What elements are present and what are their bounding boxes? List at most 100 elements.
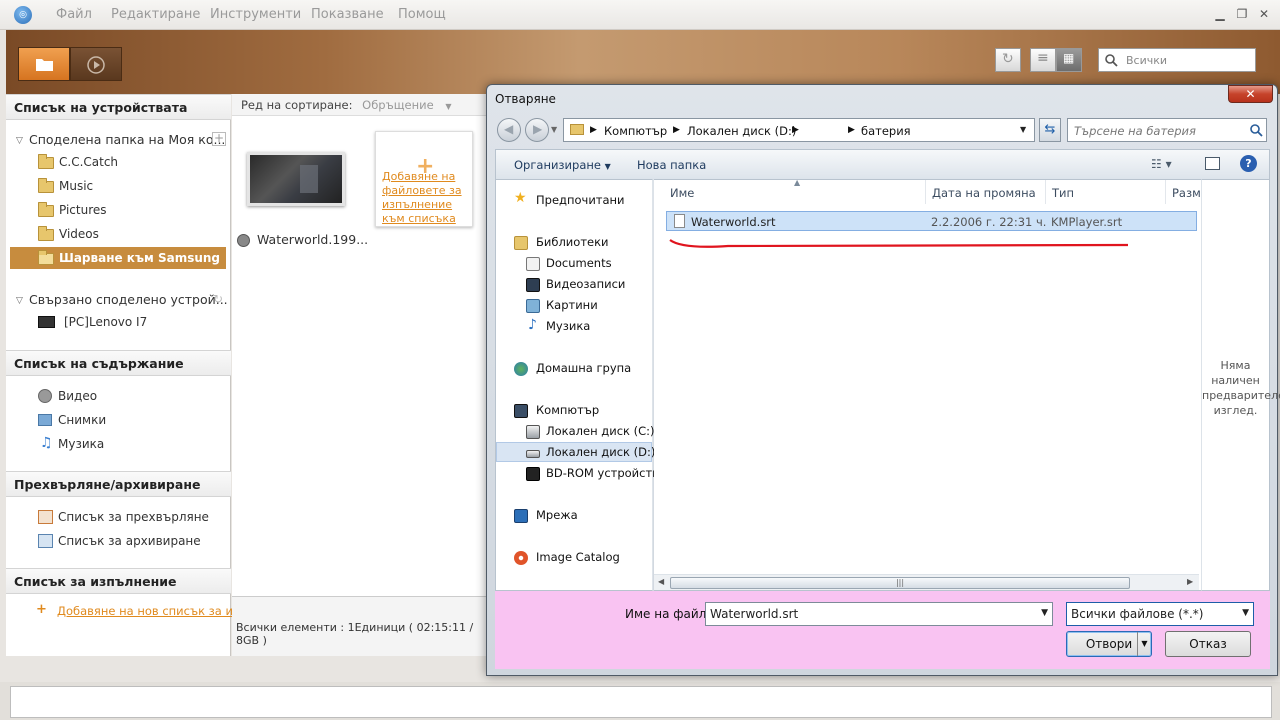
view-options-icon[interactable]: ☷ ▾ bbox=[1151, 157, 1172, 171]
nav-computer[interactable]: Компютър bbox=[536, 403, 599, 417]
menu-edit[interactable]: Редактиране bbox=[111, 7, 200, 22]
preview-pane-icon[interactable] bbox=[1205, 157, 1220, 170]
scroll-left-icon[interactable]: ◀ bbox=[658, 577, 664, 586]
open-file-dialog: Отваряне ✕ ◀ ▶ ▼ ▶ Компютър ▶ Локален ди… bbox=[486, 84, 1280, 676]
folder-item-samsung[interactable]: Шарване към Samsung bbox=[10, 247, 226, 269]
sort-dropdown[interactable]: Обръщение bbox=[362, 98, 434, 112]
file-name: Waterworld.srt bbox=[691, 215, 776, 229]
nav-bd-rom[interactable]: BD-ROM устройств bbox=[546, 466, 659, 480]
organize-button[interactable]: Организиране ▼ bbox=[514, 158, 611, 172]
breadcrumb-drive[interactable]: Локален диск (D:) bbox=[687, 124, 796, 138]
back-button[interactable]: ◀ bbox=[497, 118, 521, 142]
minimize-icon[interactable]: ▁ bbox=[1212, 6, 1228, 22]
breadcrumb-hidden-segment[interactable] bbox=[806, 125, 842, 137]
grid-view-button[interactable]: ▦ bbox=[1056, 48, 1082, 72]
nav-music[interactable]: Музика bbox=[546, 319, 590, 333]
play-button[interactable] bbox=[70, 47, 122, 81]
content-item-music[interactable]: ♫ Музика bbox=[10, 433, 226, 455]
nav-drive-d[interactable]: Локален диск (D:) bbox=[546, 445, 655, 459]
preview-pane: Няма наличен предварителен изглед. bbox=[1201, 179, 1280, 591]
nav-libraries[interactable]: Библиотеки bbox=[536, 235, 609, 249]
chevron-down-icon[interactable]: ▼ bbox=[445, 102, 451, 111]
nav-network[interactable]: Мрежа bbox=[536, 508, 578, 522]
file-type: KMPlayer.srt bbox=[1051, 215, 1123, 229]
devices-header: Списък на устройствата bbox=[6, 94, 231, 120]
convert-header: Прехвърляне/архивиране bbox=[6, 471, 231, 497]
scrollbar-thumb[interactable]: ||| bbox=[670, 577, 1130, 589]
scroll-right-icon[interactable]: ▶ bbox=[1187, 577, 1193, 586]
filename-input[interactable]: Waterworld.srt ▼ bbox=[705, 602, 1053, 626]
dialog-title: Отваряне bbox=[495, 92, 556, 106]
add-share-icon[interactable]: + bbox=[212, 132, 226, 146]
column-name[interactable]: Име ▲ bbox=[664, 178, 926, 204]
nav-image-catalog[interactable]: Image Catalog bbox=[536, 550, 620, 564]
split-dropdown-icon[interactable]: ▼ bbox=[1137, 632, 1151, 656]
nav-videos[interactable]: Видеозаписи bbox=[546, 277, 625, 291]
chevron-down-icon[interactable]: ▼ bbox=[1041, 608, 1048, 618]
content-item-video[interactable]: Видео bbox=[10, 385, 226, 407]
content-label: Видео bbox=[58, 389, 98, 403]
breadcrumb-separator-icon: ▶ bbox=[792, 125, 799, 135]
add-playlist-link[interactable]: Добавяне на нов списък за изп... bbox=[57, 604, 258, 618]
column-size[interactable]: Разм bbox=[1166, 180, 1201, 204]
connected-device-node[interactable]: Свързано споделено устрой... bbox=[29, 292, 228, 307]
dialog-search-input[interactable]: Търсене на батерия bbox=[1067, 118, 1267, 142]
shared-folder-node[interactable]: Споделена папка на Моя ко... bbox=[29, 132, 225, 147]
expand-caret-icon[interactable]: ▽ bbox=[16, 136, 23, 146]
nav-documents[interactable]: Documents bbox=[546, 256, 612, 270]
file-row[interactable]: Waterworld.srt 2.2.2006 г. 22:31 ч. KMPl… bbox=[666, 211, 1197, 231]
nav-homegroup[interactable]: Домашна група bbox=[536, 361, 631, 375]
column-type[interactable]: Тип bbox=[1046, 180, 1166, 204]
menu-help[interactable]: Помощ bbox=[398, 7, 446, 22]
folder-item-music[interactable]: Music bbox=[10, 175, 226, 197]
dialog-close-button[interactable]: ✕ bbox=[1228, 85, 1273, 103]
nav-pictures[interactable]: Картини bbox=[546, 298, 598, 312]
cancel-button[interactable]: Отказ bbox=[1165, 631, 1251, 657]
help-icon[interactable]: ? bbox=[1240, 155, 1257, 172]
menu-tools[interactable]: Инструменти bbox=[210, 7, 301, 22]
convert-item-transfer[interactable]: Списък за прехвърляне bbox=[10, 506, 226, 528]
add-files-card[interactable]: + Добавяне на файловете за изпълнение къ… bbox=[375, 131, 473, 227]
device-item-pc[interactable]: [PC]Lenovo I7 bbox=[10, 311, 226, 333]
close-icon[interactable]: ✕ bbox=[1256, 6, 1272, 22]
breadcrumb-computer[interactable]: Компютър bbox=[604, 124, 667, 138]
breadcrumb-current[interactable]: батерия bbox=[861, 124, 911, 138]
bottom-input-area[interactable] bbox=[10, 686, 1272, 718]
folder-item-videos[interactable]: Videos bbox=[10, 223, 226, 245]
search-icon bbox=[1105, 54, 1118, 67]
app-logo-icon[interactable]: ◎ bbox=[14, 6, 32, 24]
film-reel-icon bbox=[237, 234, 250, 247]
convert-item-archive[interactable]: Списък за архивиране bbox=[10, 530, 226, 552]
menu-file[interactable]: Файл bbox=[56, 7, 92, 22]
open-folder-button[interactable] bbox=[18, 47, 70, 81]
maximize-icon[interactable]: ❐ bbox=[1234, 6, 1250, 22]
video-thumbnail[interactable] bbox=[247, 152, 345, 206]
content-item-photos[interactable]: Снимки bbox=[10, 409, 226, 431]
address-bar[interactable]: ▶ Компютър ▶ Локален диск (D:) ▶ ▶ батер… bbox=[563, 118, 1035, 142]
chevron-down-icon[interactable]: ▼ bbox=[1242, 608, 1249, 618]
content-label: Снимки bbox=[58, 413, 107, 427]
refresh-button[interactable]: ⇆ bbox=[1039, 118, 1061, 142]
drive-c-icon bbox=[526, 425, 540, 439]
menu-view[interactable]: Показване bbox=[311, 7, 384, 22]
new-folder-button[interactable]: Нова папка bbox=[637, 158, 706, 172]
refresh-button[interactable]: ↻ bbox=[995, 48, 1021, 72]
media-item-title[interactable]: Waterworld.199... bbox=[257, 232, 368, 247]
library-search-input[interactable]: Всички bbox=[1098, 48, 1256, 72]
nav-drive-c[interactable]: Локален диск (C:) bbox=[546, 424, 655, 438]
folder-item-pictures[interactable]: Pictures bbox=[10, 199, 226, 221]
forward-button[interactable]: ▶ bbox=[525, 118, 549, 142]
filetype-select[interactable]: Всички файлове (*.*) ▼ bbox=[1066, 602, 1254, 626]
file-date: 2.2.2006 г. 22:31 ч. bbox=[931, 215, 1047, 229]
chevron-down-icon[interactable]: ▼ bbox=[1020, 125, 1026, 134]
list-view-button[interactable]: ≡ bbox=[1030, 48, 1056, 72]
nav-favorites[interactable]: Предпочитани bbox=[536, 193, 625, 207]
folder-item-cccatch[interactable]: C.C.Catch bbox=[10, 151, 226, 173]
add-files-link[interactable]: Добавяне на файловете за изпълнение към … bbox=[382, 170, 470, 226]
refresh-small-icon[interactable]: ↻ bbox=[213, 292, 223, 306]
open-button[interactable]: Отвори ▼ bbox=[1066, 631, 1152, 657]
column-date-modified[interactable]: Дата на промяна bbox=[926, 180, 1046, 204]
history-dropdown-icon[interactable]: ▼ bbox=[551, 125, 557, 134]
horizontal-scrollbar[interactable]: ◀ ||| ▶ bbox=[654, 574, 1199, 590]
expand-caret-icon[interactable]: ▽ bbox=[16, 296, 23, 306]
